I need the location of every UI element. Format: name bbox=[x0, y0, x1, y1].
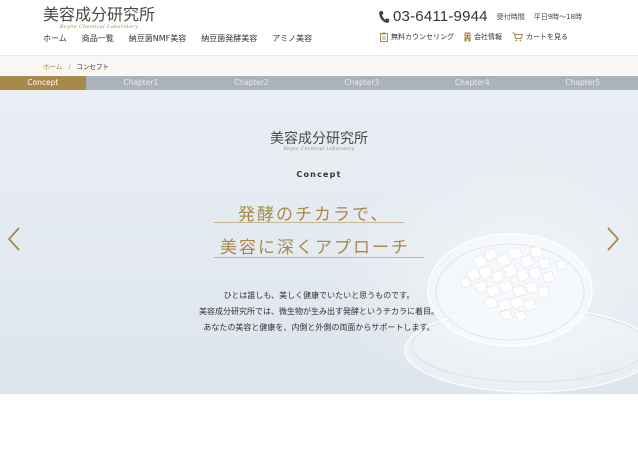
clipboard-icon bbox=[380, 32, 388, 42]
breadcrumb: ホーム / コンセプト bbox=[43, 61, 109, 71]
hours-value: 平日9時～18時 bbox=[533, 12, 583, 21]
breadcrumb-home[interactable]: ホーム bbox=[43, 63, 62, 71]
body-line-2: 美容成分研究所では、微生物が生み出す発酵というチカラに着目。 bbox=[199, 307, 439, 316]
tab-chapter5[interactable]: Chapter5 bbox=[528, 76, 638, 90]
cart-link[interactable]: カートを見る bbox=[512, 32, 568, 42]
hero-slide: 美容成分研究所 Beyne Chemical Laboratory Concep… bbox=[0, 90, 638, 394]
hours-label: 受付時間 bbox=[496, 12, 525, 21]
tab-chapter1[interactable]: Chapter1 bbox=[86, 76, 196, 90]
breadcrumb-bar: ホーム / コンセプト bbox=[0, 55, 638, 75]
chevron-right-icon[interactable] bbox=[605, 226, 621, 252]
building-icon bbox=[464, 32, 471, 42]
utility-links: 無料カウンセリング 会社情報 カートを見る bbox=[380, 32, 568, 42]
site-logo[interactable]: 美容成分研究所 Beyne Chemical Laboratory bbox=[43, 5, 156, 31]
body-line-3: あなたの美容と健康を、内側と外側の両面からサポートします。 bbox=[203, 323, 435, 332]
counseling-label: 無料カウンセリング bbox=[391, 33, 454, 41]
company-label: 会社情報 bbox=[474, 33, 502, 41]
headline-line-2: 美容に深くアプローチ bbox=[220, 238, 410, 258]
section-label: Concept bbox=[296, 170, 342, 179]
body-copy: ひとは誰しも、美しく健康でいたいと思うものです。 美容成分研究所では、微生物が生… bbox=[0, 288, 638, 336]
logo-text: 美容成分研究所 bbox=[43, 5, 156, 24]
nav-item-natto-fermentation[interactable]: 納豆菌発酵美容 bbox=[201, 33, 257, 44]
cart-icon bbox=[512, 32, 523, 42]
breadcrumb-current: コンセプト bbox=[76, 63, 110, 71]
tab-concept[interactable]: Concept bbox=[0, 76, 86, 90]
counseling-link[interactable]: 無料カウンセリング bbox=[380, 32, 454, 42]
tab-chapter2[interactable]: Chapter2 bbox=[196, 76, 306, 90]
phone-number[interactable]: 03-6411-9944 bbox=[393, 8, 488, 25]
chapter-tabs: Concept Chapter1 Chapter2 Chapter3 Chapt… bbox=[0, 76, 638, 90]
hero-logo: 美容成分研究所 Beyne Chemical Laboratory bbox=[0, 131, 638, 152]
phone-icon bbox=[379, 10, 390, 23]
cart-label: カートを見る bbox=[526, 33, 568, 41]
headline-rule-1 bbox=[214, 222, 404, 223]
phone-contact: 03-6411-9944 受付時間 平日9時～18時 bbox=[378, 8, 582, 25]
hero-logo-subtext: Beyne Chemical Laboratory bbox=[283, 147, 355, 152]
company-link[interactable]: 会社情報 bbox=[464, 32, 502, 42]
nav-item-home[interactable]: ホーム bbox=[43, 33, 67, 44]
logo-subtext: Beyne Chemical Laboratory bbox=[59, 24, 139, 30]
headline-rule-2 bbox=[214, 257, 424, 258]
body-line-1: ひとは誰しも、美しく健康でいたいと思うものです。 bbox=[223, 291, 415, 300]
tab-chapter4[interactable]: Chapter4 bbox=[417, 76, 527, 90]
nav-item-amino[interactable]: アミノ美容 bbox=[272, 33, 312, 44]
hero-logo-text: 美容成分研究所 bbox=[270, 131, 368, 147]
main-nav: ホーム 商品一覧 納豆菌NMF美容 納豆菌発酵美容 アミノ美容 bbox=[43, 33, 327, 44]
breadcrumb-separator: / bbox=[68, 63, 71, 71]
chevron-left-icon[interactable] bbox=[6, 226, 22, 252]
tab-chapter3[interactable]: Chapter3 bbox=[307, 76, 417, 90]
nav-item-products[interactable]: 商品一覧 bbox=[82, 33, 114, 44]
nav-item-natto-nmf[interactable]: 納豆菌NMF美容 bbox=[129, 33, 187, 44]
